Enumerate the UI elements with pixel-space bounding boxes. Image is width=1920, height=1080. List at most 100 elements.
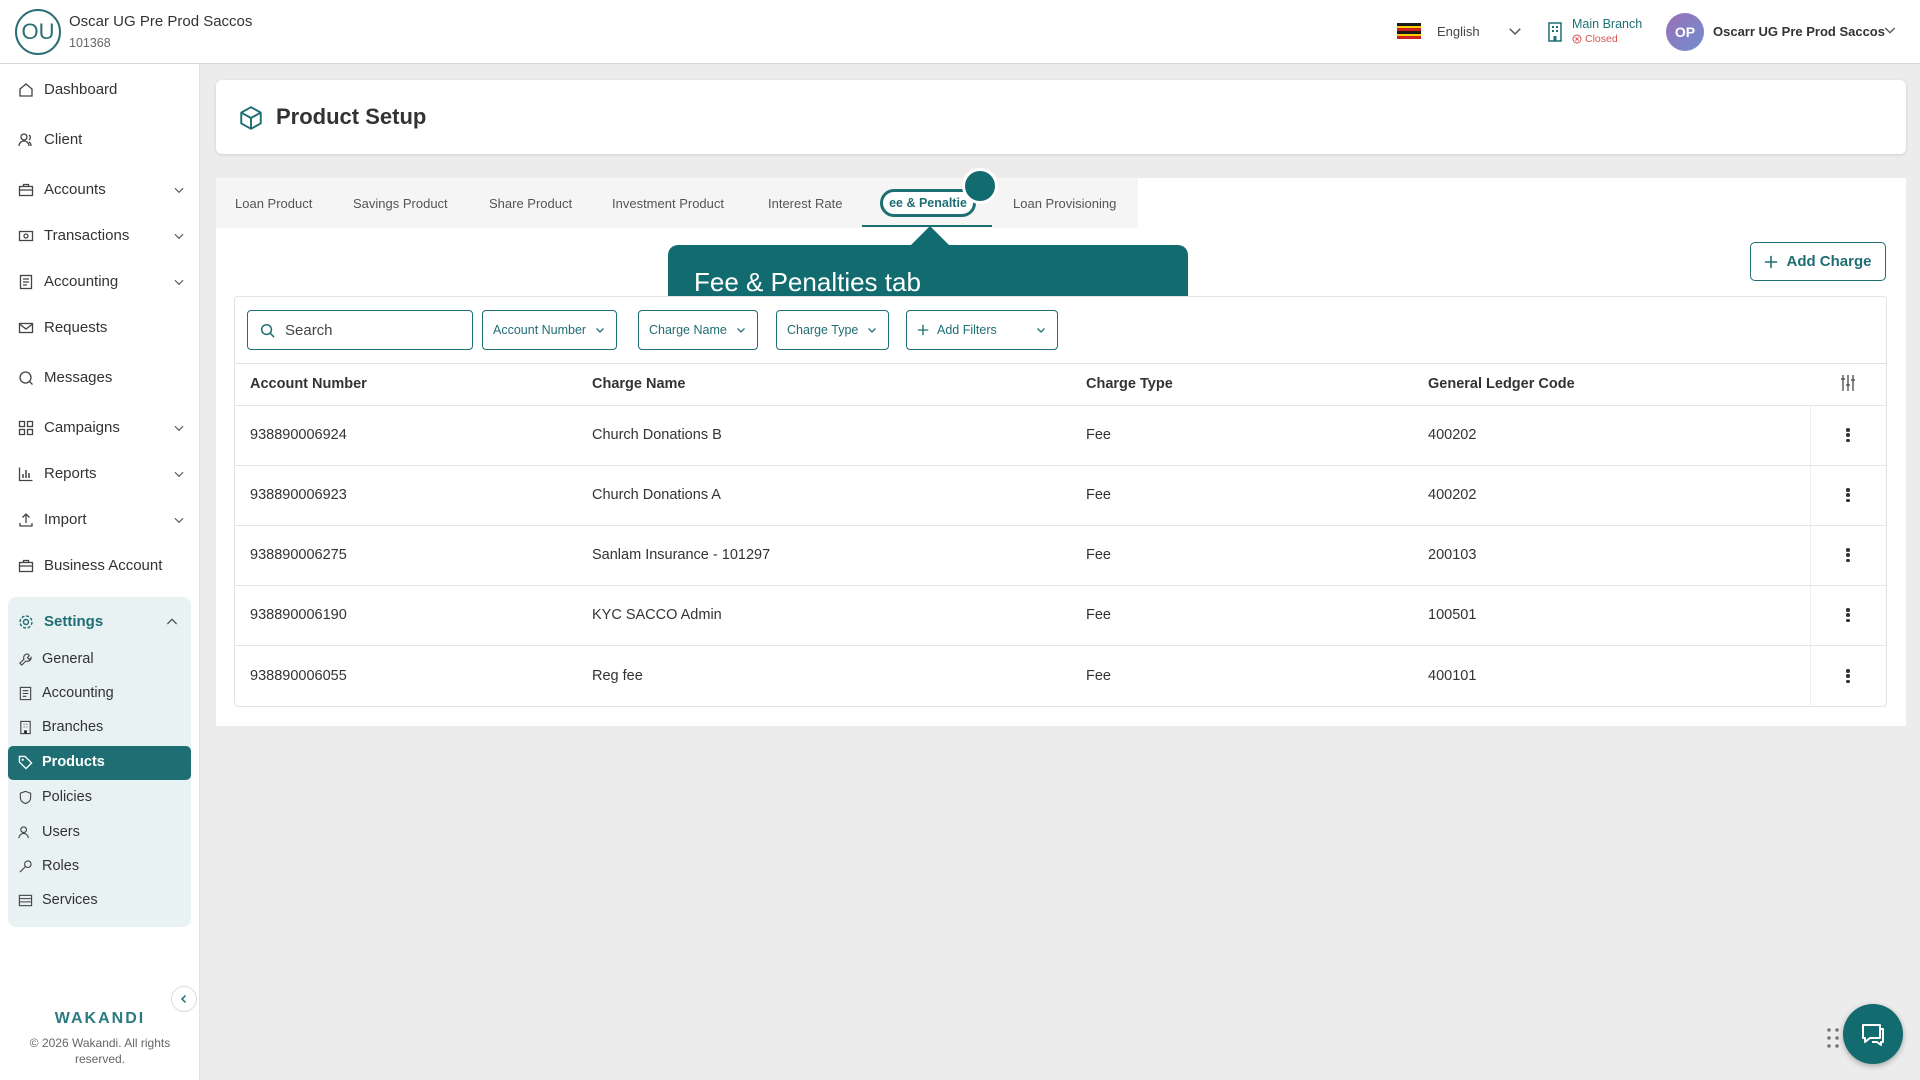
chevron-down-icon[interactable]	[1882, 22, 1898, 38]
sidebar-item-messages[interactable]: Messages	[18, 369, 186, 386]
table-row[interactable]: 938890006923 Church Donations A Fee 4002…	[235, 465, 1886, 525]
sidebar-item-reports[interactable]: Reports	[18, 465, 186, 482]
table-row[interactable]: 938890006924 Church Donations B Fee 4002…	[235, 405, 1886, 465]
cell-gl-code: 100501	[1428, 607, 1477, 623]
table-row[interactable]: 938890006055 Reg fee Fee 400101	[235, 645, 1886, 705]
tab-savings-product[interactable]: Savings Product	[353, 196, 448, 211]
row-menu-icon[interactable]	[1840, 425, 1856, 445]
sidebar-item-requests[interactable]: Requests	[18, 319, 186, 336]
tab-investment-product[interactable]: Investment Product	[612, 196, 724, 211]
column-header-account-number[interactable]: Account Number	[250, 376, 367, 392]
language-selector[interactable]: English	[1437, 24, 1480, 39]
org-avatar[interactable]: OU	[15, 9, 61, 55]
column-header-gl-code[interactable]: General Ledger Code	[1428, 376, 1575, 392]
sidebar-item-label: Campaigns	[44, 419, 120, 436]
sidebar-item-label: Requests	[44, 319, 108, 336]
settings-item-branches[interactable]: Branches	[18, 719, 103, 735]
filter-label: Add Filters	[937, 323, 997, 337]
top-header: OU Oscar UG Pre Prod Saccos 101368 Engli…	[0, 0, 1920, 64]
tag-icon	[18, 755, 33, 770]
column-header-charge-type[interactable]: Charge Type	[1086, 376, 1173, 392]
tab-fee-penalties[interactable]: ee & Penaltie	[880, 189, 976, 217]
cell-account-number: 938890006275	[250, 547, 347, 563]
chevron-up-icon[interactable]	[164, 614, 180, 630]
chevron-down-icon	[596, 328, 605, 333]
cell-account-number: 938890006190	[250, 607, 347, 623]
chevron-down-icon[interactable]	[172, 229, 186, 243]
row-menu-icon[interactable]	[1840, 666, 1856, 686]
chevron-down-icon[interactable]	[1506, 22, 1524, 40]
sidebar-item-business-account[interactable]: Business Account	[18, 557, 186, 574]
sidebar-item-label: Accounting	[44, 273, 119, 290]
sidebar-item-client[interactable]: Client	[18, 131, 186, 148]
chevron-down-icon[interactable]	[172, 275, 186, 289]
cell-charge-name: Church Donations A	[592, 487, 721, 503]
settings-item-accounting[interactable]: Accounting	[18, 685, 114, 701]
chevron-down-icon[interactable]	[172, 183, 186, 197]
ledger-icon	[19, 686, 32, 700]
mail-icon	[18, 322, 34, 333]
chevron-down-icon	[1037, 328, 1045, 333]
building-icon	[20, 720, 31, 734]
user-name[interactable]: Oscarr UG Pre Prod Saccos	[1713, 24, 1885, 39]
list-icon	[18, 894, 33, 906]
branch-selector[interactable]: Main Branch	[1572, 17, 1642, 31]
settings-item-services[interactable]: Services	[18, 892, 98, 908]
add-charge-button[interactable]: Add Charge	[1750, 242, 1886, 281]
sidebar-item-transactions[interactable]: Transactions	[18, 227, 186, 244]
add-filters-button[interactable]: Add Filters	[906, 310, 1058, 350]
cell-charge-name: Church Donations B	[592, 427, 722, 443]
chevron-down-icon[interactable]	[172, 421, 186, 435]
cell-account-number: 938890006923	[250, 487, 347, 503]
sidebar-item-label: Settings	[44, 613, 104, 630]
grid-icon	[18, 420, 34, 435]
table-row[interactable]: 938890006190 KYC SACCO Admin Fee 100501	[235, 585, 1886, 645]
filter-charge-type[interactable]: Charge Type	[776, 310, 890, 350]
gear-icon	[19, 614, 33, 629]
sidebar-item-label: Client	[44, 131, 83, 148]
search-field[interactable]	[247, 310, 473, 350]
drag-handle-icon[interactable]	[1826, 1027, 1840, 1049]
settings-item-users[interactable]: Users	[18, 824, 80, 840]
filter-charge-name[interactable]: Charge Name	[638, 310, 758, 350]
sidebar-item-accounts[interactable]: Accounts	[18, 181, 186, 198]
table-row[interactable]: 938890006275 Sanlam Insurance - 101297 F…	[235, 525, 1886, 585]
filter-label: Account Number	[493, 323, 587, 337]
users-icon	[18, 132, 32, 146]
sidebar-item-dashboard[interactable]: Dashboard	[18, 81, 186, 98]
chat-icon	[19, 370, 33, 385]
user-avatar[interactable]: OP	[1666, 13, 1704, 51]
chat-support-button[interactable]	[1843, 1004, 1903, 1064]
building-icon	[1548, 22, 1562, 42]
row-menu-icon[interactable]	[1840, 605, 1856, 625]
settings-item-roles[interactable]: Roles	[18, 858, 79, 874]
chevron-down-icon[interactable]	[172, 467, 186, 481]
tab-loan-product[interactable]: Loan Product	[235, 196, 312, 211]
column-header-charge-name[interactable]: Charge Name	[592, 376, 685, 392]
sidebar-item-campaigns[interactable]: Campaigns	[18, 419, 186, 436]
sidebar-item-import[interactable]: Import	[18, 511, 186, 528]
chevron-left-icon	[180, 994, 187, 1004]
branch-status-label: Closed	[1585, 33, 1618, 45]
sidebar-item-accounting[interactable]: Accounting	[18, 273, 186, 290]
tab-interest-rate[interactable]: Interest Rate	[768, 196, 842, 211]
filter-account-number[interactable]: Account Number	[482, 310, 618, 350]
settings-item-policies[interactable]: Policies	[18, 789, 92, 805]
page-title: Product Setup	[276, 104, 427, 129]
column-settings-icon[interactable]	[1840, 374, 1856, 392]
search-input[interactable]	[285, 321, 455, 339]
sidebar-collapse-button[interactable]	[171, 986, 197, 1012]
cell-charge-type: Fee	[1086, 487, 1111, 503]
cell-charge-name: KYC SACCO Admin	[592, 607, 722, 623]
settings-item-general[interactable]: General	[18, 651, 94, 667]
settings-item-products[interactable]: Products	[18, 754, 105, 770]
users-icon	[18, 825, 29, 838]
sidebar-item-settings[interactable]: Settings	[18, 613, 180, 630]
settings-item-label: Accounting	[42, 685, 114, 701]
row-menu-icon[interactable]	[1840, 545, 1856, 565]
tab-loan-provisioning[interactable]: Loan Provisioning	[1013, 196, 1116, 211]
org-name: Oscar UG Pre Prod Saccos	[69, 13, 253, 30]
row-menu-icon[interactable]	[1840, 485, 1856, 505]
tab-share-product[interactable]: Share Product	[489, 196, 572, 211]
chevron-down-icon[interactable]	[172, 513, 186, 527]
